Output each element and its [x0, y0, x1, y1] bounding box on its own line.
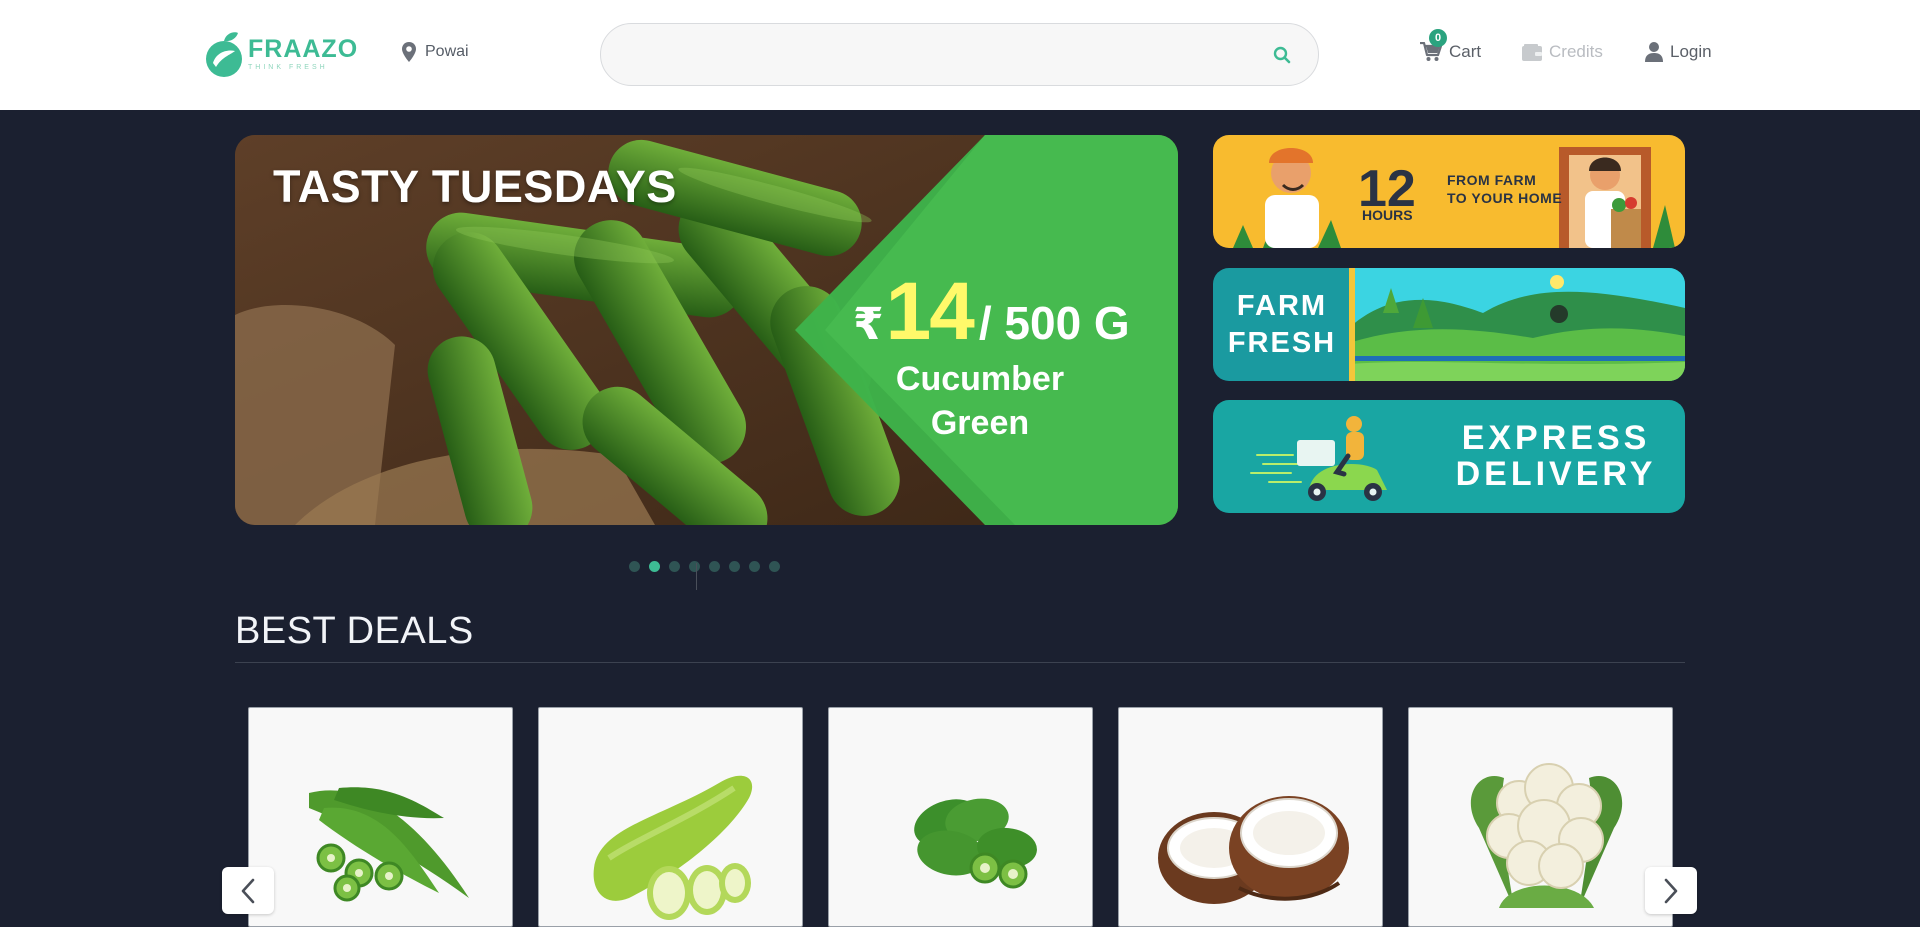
search-icon — [1273, 46, 1291, 64]
carousel-dot[interactable] — [769, 561, 780, 572]
banner-line-from-farm: FROM FARM — [1447, 172, 1537, 188]
price-amount: 14 — [885, 266, 975, 357]
fraazo-logo[interactable]: FRAAZO THINK FRESH — [204, 28, 357, 80]
credits-link[interactable]: Credits — [1522, 42, 1603, 62]
product-card-bottle-gourd[interactable] — [538, 707, 803, 927]
carousel-indicators — [629, 561, 780, 572]
chevron-right-icon — [1664, 878, 1678, 903]
logo-tagline: THINK FRESH — [248, 64, 328, 71]
credits-label: Credits — [1549, 42, 1603, 61]
carousel-dot[interactable] — [669, 561, 680, 572]
location-selector[interactable]: Powai — [402, 42, 469, 62]
hero-product-name: Cucumber Green — [895, 360, 1065, 443]
wallet-icon — [1522, 43, 1542, 61]
price-unit: / 500 G — [978, 297, 1130, 349]
hours-word: HOURS — [1362, 207, 1413, 223]
coconut-image — [1158, 796, 1349, 904]
carousel-dot[interactable] — [729, 561, 740, 572]
hero-price: ₹ 14 / 500 G — [853, 265, 1178, 359]
express-delivery-text: EXPRESS DELIVERY — [1455, 419, 1657, 494]
best-deals-heading: BEST DEALS — [235, 610, 474, 652]
carousel-dot[interactable] — [649, 561, 660, 572]
farm-fresh-text: FARM FRESH — [1227, 290, 1337, 359]
cart-count-badge: 0 — [1429, 29, 1447, 47]
search-button[interactable] — [1268, 41, 1296, 69]
bottle-gourd-image — [593, 775, 753, 920]
pointed-gourd-image — [914, 798, 1037, 889]
express-delivery-banner[interactable]: EXPRESS DELIVERY — [1213, 400, 1685, 513]
map-pin-icon — [402, 42, 416, 62]
user-icon — [1645, 42, 1663, 62]
carousel-dot[interactable] — [749, 561, 760, 572]
carousel-dot[interactable] — [689, 561, 700, 572]
section-divider — [235, 662, 1685, 663]
leaf-logo-icon — [204, 29, 244, 79]
cauliflower-image — [1470, 763, 1623, 908]
login-link[interactable]: Login — [1645, 42, 1712, 62]
chevron-left-icon — [241, 878, 255, 903]
carousel-dot[interactable] — [629, 561, 640, 572]
search-bar — [600, 23, 1319, 86]
logo-name: FRAAZO — [248, 35, 359, 63]
site-header: FRAAZO THINK FRESH Powai 0 Cart Credits … — [0, 0, 1920, 110]
hero-title: TASTY TUESDAYS — [273, 161, 677, 212]
farm-to-home-banner[interactable]: 12 HOURS FROM FARM TO YOUR HOME — [1213, 135, 1685, 248]
okra-image — [309, 787, 469, 902]
location-label: Powai — [425, 43, 469, 60]
currency-symbol: ₹ — [853, 300, 884, 349]
hero-banner[interactable]: TASTY TUESDAYS ₹ 14 / 500 G Cucumber Gre… — [235, 135, 1178, 525]
product-card-pointed-gourd[interactable] — [828, 707, 1093, 927]
carousel-prev-button[interactable] — [222, 867, 274, 914]
carousel-dot[interactable] — [709, 561, 720, 572]
cart-label: Cart — [1449, 42, 1482, 61]
cart-link[interactable]: 0 Cart — [1420, 29, 1482, 62]
carousel-cursor-line — [696, 563, 697, 590]
product-card-okra[interactable] — [248, 707, 513, 927]
carousel-next-button[interactable] — [1645, 867, 1697, 914]
product-card-cauliflower[interactable] — [1408, 707, 1673, 927]
banner-line-to-home: TO YOUR HOME — [1447, 190, 1563, 206]
farm-fresh-banner[interactable]: FARM FRESH — [1213, 268, 1685, 381]
search-input[interactable] — [627, 24, 1247, 85]
product-card-coconut[interactable] — [1118, 707, 1383, 927]
login-label: Login — [1670, 42, 1712, 61]
